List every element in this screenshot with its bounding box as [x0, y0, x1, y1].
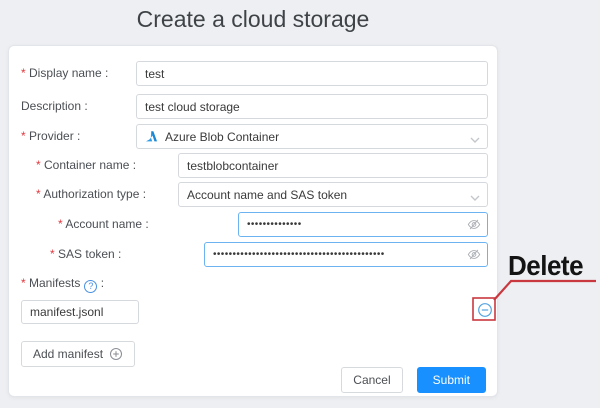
create-cloud-storage-form: Display name Description Provider Azure … — [8, 45, 498, 397]
sas-token-input[interactable] — [204, 242, 488, 267]
page-title: Create a cloud storage — [8, 6, 498, 33]
description-label: Description — [21, 94, 88, 119]
add-manifest-label: Add manifest — [33, 347, 103, 361]
account-name-field — [238, 212, 488, 237]
eye-invisible-icon[interactable] — [467, 248, 481, 266]
display-name-label: Display name — [21, 61, 108, 86]
form-footer: Cancel Submit — [341, 367, 486, 393]
submit-button[interactable]: Submit — [417, 367, 486, 393]
sas-token-label: SAS token — [50, 242, 121, 267]
provider-value: Azure Blob Container — [165, 130, 279, 144]
provider-select[interactable]: Azure Blob Container — [136, 124, 488, 149]
delete-annotation-label: Delete — [508, 250, 583, 283]
cancel-button[interactable]: Cancel — [341, 367, 402, 393]
container-name-input[interactable] — [178, 153, 488, 178]
provider-label: Provider — [21, 124, 80, 149]
sas-token-field — [204, 242, 488, 267]
minus-circle-icon[interactable] — [477, 302, 493, 318]
account-name-input[interactable] — [238, 212, 488, 237]
container-name-label: Container name — [36, 153, 136, 178]
account-name-label: Account name — [58, 212, 149, 237]
eye-invisible-icon[interactable] — [467, 218, 481, 236]
add-manifest-button[interactable]: Add manifest — [21, 341, 135, 367]
manifests-label: Manifests — [21, 271, 104, 296]
question-circle-icon[interactable] — [84, 280, 97, 293]
display-name-input[interactable] — [136, 61, 488, 86]
azure-icon — [145, 130, 158, 143]
chevron-down-icon — [470, 191, 480, 205]
authorization-type-label: Authorization type — [36, 182, 146, 207]
plus-circle-icon — [109, 347, 123, 361]
description-input[interactable] — [136, 94, 488, 119]
authorization-type-value: Account name and SAS token — [187, 188, 347, 202]
manifest-input[interactable] — [21, 300, 139, 324]
chevron-down-icon — [470, 133, 480, 147]
authorization-type-select[interactable]: Account name and SAS token — [178, 182, 488, 207]
